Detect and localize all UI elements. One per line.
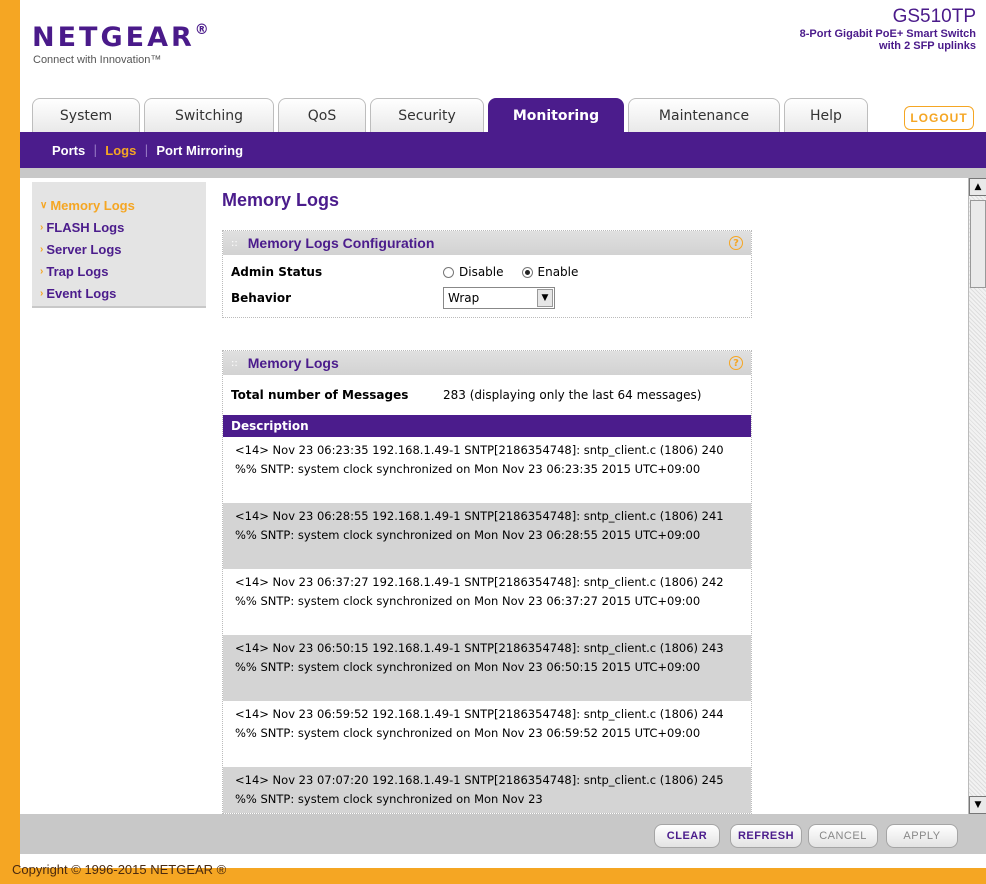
chevron-down-icon[interactable]: ▼: [537, 289, 553, 307]
radio-icon: [443, 266, 454, 278]
grip-icon: ::: [231, 237, 238, 249]
copyright-footer: Copyright © 1996-2015 NETGEAR ®: [12, 862, 227, 877]
subnav-separator: |: [144, 143, 149, 157]
log-row: <14> Nov 23 06:59:52 192.168.1.49-1 SNTP…: [235, 707, 724, 740]
page-title: Memory Logs: [222, 190, 340, 210]
product-description-2: with 2 SFP uplinks: [879, 40, 976, 52]
total-messages-row: Total number of Messages 283 (displaying…: [223, 375, 751, 415]
subnav-separator: |: [93, 143, 98, 157]
left-menu: ∨ Memory Logs › FLASH Logs › Server Logs › T…: [32, 182, 206, 308]
tab-qos[interactable]: QoS: [278, 98, 366, 132]
leftmenu-memory-logs[interactable]: ∨ Memory Logs: [32, 194, 206, 216]
admin-status-label: Admin Status: [231, 265, 323, 279]
behavior-label: Behavior: [231, 291, 292, 305]
scroll-up-icon[interactable]: ▲: [969, 178, 986, 196]
leftmenu-server-logs[interactable]: › Server Logs: [32, 238, 206, 260]
behavior-select[interactable]: Wrap ▼: [443, 287, 555, 309]
content-top-bar: [20, 168, 986, 178]
chevron-right-icon: ›: [40, 243, 44, 255]
config-panel-header: :: Memory Logs Configuration ?: [223, 231, 751, 255]
logo-tagline: Connect with Innovation™: [33, 54, 162, 66]
logout-button[interactable]: LOGOUT: [904, 106, 974, 130]
chevron-down-icon: ∨: [40, 199, 48, 211]
netgear-logo: NETGEAR®: [32, 22, 212, 53]
scrollbar-thumb[interactable]: [970, 200, 986, 288]
tab-help[interactable]: Help: [784, 98, 868, 132]
leftmenu-event-logs[interactable]: › Event Logs: [32, 282, 206, 304]
product-model: GS510TP: [892, 6, 976, 27]
main-tabs: System Switching QoS Security Monitoring…: [32, 96, 872, 132]
logs-panel-header: :: Memory Logs ?: [223, 351, 751, 375]
cancel-button[interactable]: CANCEL: [808, 824, 878, 848]
clear-button[interactable]: CLEAR: [654, 824, 720, 848]
total-messages-label: Total number of Messages: [231, 388, 409, 402]
vertical-scrollbar[interactable]: ▲ ▼: [968, 178, 986, 814]
total-messages-value: 283 (displaying only the last 64 message…: [443, 388, 702, 402]
behavior-value: Wrap: [448, 291, 480, 305]
product-info: GS510TP 8-Port Gigabit PoE+ Smart Switch…: [800, 6, 976, 52]
leftmenu-flash-logs[interactable]: › FLASH Logs: [32, 216, 206, 238]
admin-status-enable-radio[interactable]: Enable: [521, 265, 578, 279]
log-row: <14> Nov 23 06:50:15 192.168.1.49-1 SNTP…: [223, 635, 751, 701]
help-icon[interactable]: ?: [729, 356, 743, 370]
sub-navigation: Ports | Logs | Port Mirroring: [20, 132, 986, 168]
page: NETGEAR® Connect with Innovation™ GS510T…: [20, 0, 986, 868]
behavior-row: Behavior Wrap ▼: [223, 285, 751, 311]
tab-maintenance[interactable]: Maintenance: [628, 98, 780, 132]
tab-monitoring[interactable]: Monitoring: [488, 98, 624, 132]
tab-security[interactable]: Security: [370, 98, 484, 132]
chevron-right-icon: ›: [40, 287, 44, 299]
subnav-port-mirroring[interactable]: Port Mirroring: [156, 143, 243, 158]
log-row: <14> Nov 23 06:37:27 192.168.1.49-1 SNTP…: [235, 575, 724, 608]
chevron-right-icon: ›: [40, 265, 44, 277]
log-row: <14> Nov 23 06:28:55 192.168.1.49-1 SNTP…: [223, 503, 751, 569]
config-panel-title: Memory Logs Configuration: [247, 235, 435, 251]
log-row: <14> Nov 23 07:07:20 192.168.1.49-1 SNTP…: [223, 767, 751, 813]
tab-system[interactable]: System: [32, 98, 140, 132]
product-description-1: 8-Port Gigabit PoE+ Smart Switch: [799, 28, 976, 40]
refresh-button[interactable]: REFRESH: [730, 824, 802, 848]
log-row: <14> Nov 23 06:23:35 192.168.1.49-1 SNTP…: [235, 443, 724, 476]
admin-status-disable-radio[interactable]: Disable: [443, 265, 504, 279]
help-icon[interactable]: ?: [729, 236, 743, 250]
scroll-down-icon[interactable]: ▼: [969, 796, 986, 814]
apply-button[interactable]: APPLY: [886, 824, 958, 848]
action-bar: CLEAR REFRESH CANCEL APPLY: [20, 814, 986, 854]
content-area: ∨ Memory Logs › FLASH Logs › Server Logs › T…: [20, 168, 986, 814]
subnav-ports[interactable]: Ports: [52, 143, 85, 158]
header: NETGEAR® Connect with Innovation™ GS510T…: [20, 0, 986, 132]
admin-status-row: Admin Status Disable Enable: [223, 259, 751, 285]
grip-icon: ::: [231, 357, 238, 369]
config-panel: :: Memory Logs Configuration ? Admin Sta…: [222, 230, 752, 318]
subnav-logs[interactable]: Logs: [105, 143, 136, 158]
logs-panel-title: Memory Logs: [247, 355, 339, 371]
radio-selected-icon: [521, 266, 533, 278]
logs-panel: :: Memory Logs ? Total number of Message…: [222, 350, 752, 814]
tab-switching[interactable]: Switching: [144, 98, 274, 132]
leftmenu-trap-logs[interactable]: › Trap Logs: [32, 260, 206, 282]
chevron-right-icon: ›: [40, 221, 44, 233]
description-column-header: Description: [223, 415, 751, 437]
